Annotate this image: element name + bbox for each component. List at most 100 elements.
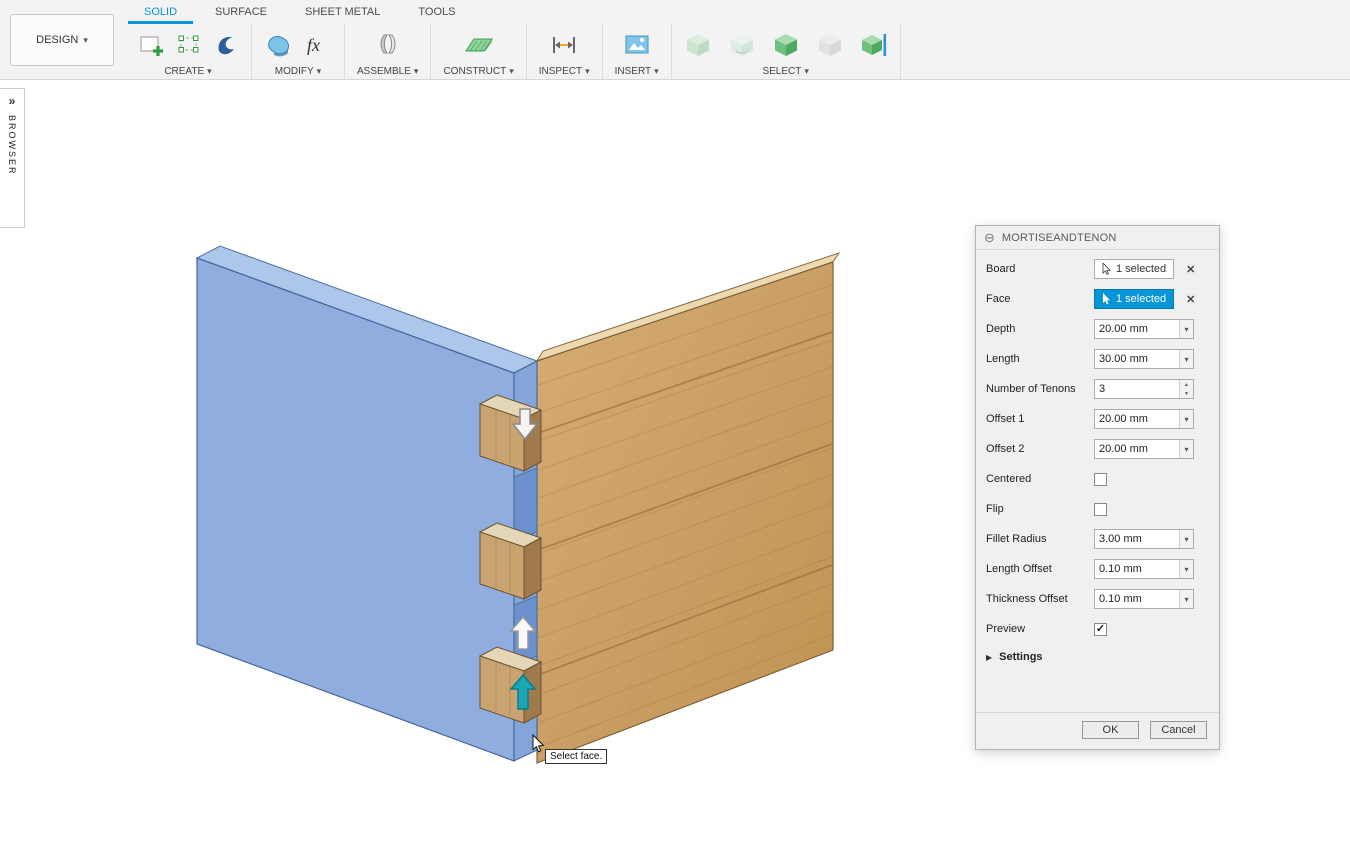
board-label: Board xyxy=(986,263,1094,275)
group-inspect-label[interactable]: INSPECT xyxy=(539,66,590,77)
thickness-offset-dropdown-button[interactable] xyxy=(1179,590,1193,608)
chevron-down-icon xyxy=(207,66,212,77)
clear-board-selection-button[interactable] xyxy=(1186,263,1195,276)
fillet-radius-input[interactable] xyxy=(1095,530,1179,548)
length-input[interactable] xyxy=(1095,350,1179,368)
number-of-tenons-label: Number of Tenons xyxy=(986,383,1094,395)
number-of-tenons-input[interactable] xyxy=(1095,380,1179,398)
depth-dropdown-button[interactable] xyxy=(1179,320,1193,338)
offset-2-dropdown-button[interactable] xyxy=(1179,440,1193,458)
offset-1-input-box xyxy=(1094,409,1194,429)
select-priority-icon xyxy=(860,31,888,59)
settings-label: Settings xyxy=(999,651,1042,663)
cancel-button[interactable]: Cancel xyxy=(1150,721,1207,739)
tab-tools[interactable]: TOOLS xyxy=(399,0,474,24)
board-selection-chip[interactable]: 1 selected xyxy=(1094,259,1174,279)
settings-expander[interactable]: Settings xyxy=(976,644,1219,670)
group-insert: INSERT xyxy=(603,24,672,80)
workspace-tabs: SOLID SURFACE SHEET METAL TOOLS xyxy=(125,0,474,24)
field-row-board: Board 1 selected xyxy=(976,254,1219,284)
top-toolbar: DESIGN SOLID SURFACE SHEET METAL TOOLS xyxy=(0,0,1350,80)
create-sketch-button[interactable] xyxy=(137,30,167,60)
dialog-header[interactable]: MORTISEANDTENON xyxy=(976,226,1219,250)
tenon-1[interactable] xyxy=(480,395,541,471)
field-row-number-of-tenons: Number of Tenons xyxy=(976,374,1219,404)
offset-1-input[interactable] xyxy=(1095,410,1179,428)
centered-checkbox[interactable] xyxy=(1094,473,1107,486)
pointer-icon xyxy=(1102,293,1111,305)
group-assemble: ASSEMBLE xyxy=(345,24,431,80)
group-assemble-label[interactable]: ASSEMBLE xyxy=(357,66,418,77)
preview-label: Preview xyxy=(986,623,1094,635)
wood-board[interactable] xyxy=(537,253,839,763)
field-row-depth: Depth xyxy=(976,314,1219,344)
ok-button[interactable]: OK xyxy=(1082,721,1139,739)
form-icon xyxy=(213,30,239,60)
field-row-length-offset: Length Offset xyxy=(976,554,1219,584)
face-selection-chip[interactable]: 1 selected xyxy=(1094,289,1174,309)
offset-1-dropdown-button[interactable] xyxy=(1179,410,1193,428)
group-construct-label[interactable]: CONSTRUCT xyxy=(443,66,513,77)
centered-label: Centered xyxy=(986,473,1094,485)
spinner-down-icon[interactable] xyxy=(1180,389,1193,398)
thickness-offset-input[interactable] xyxy=(1095,590,1179,608)
length-label: Length xyxy=(986,353,1094,365)
browser-panel-collapsed[interactable]: BROWSER xyxy=(0,88,25,228)
offset-2-input-box xyxy=(1094,439,1194,459)
change-parameters-button[interactable]: fx xyxy=(302,30,332,60)
change-parameters-icon: fx xyxy=(302,30,332,60)
clear-face-selection-button[interactable] xyxy=(1186,293,1195,306)
form-button[interactable] xyxy=(213,30,239,60)
collapse-dialog-icon[interactable] xyxy=(984,230,995,246)
group-insert-label[interactable]: INSERT xyxy=(615,66,659,77)
model-viewport[interactable]: BROWSER Select face. MORTISEANDTENON Boa… xyxy=(0,81,1350,859)
length-offset-input[interactable] xyxy=(1095,560,1179,578)
press-pull-button[interactable] xyxy=(264,30,294,60)
flip-checkbox[interactable] xyxy=(1094,503,1107,516)
tenon-2[interactable] xyxy=(480,523,541,599)
preview-checkbox[interactable] xyxy=(1094,623,1107,636)
select-window-button[interactable] xyxy=(684,31,712,59)
thickness-offset-label: Thickness Offset xyxy=(986,593,1094,605)
face-selection-count: 1 selected xyxy=(1116,293,1166,305)
thickness-offset-input-box xyxy=(1094,589,1194,609)
chevron-down-icon xyxy=(1184,323,1188,335)
field-row-offset-2: Offset 2 xyxy=(976,434,1219,464)
group-modify: fx MODIFY xyxy=(252,24,345,80)
group-create-label[interactable]: CREATE xyxy=(164,66,211,77)
bounding-box-icon xyxy=(175,30,205,60)
insert-canvas-button[interactable] xyxy=(622,30,652,60)
length-offset-dropdown-button[interactable] xyxy=(1179,560,1193,578)
svg-text:fx: fx xyxy=(307,35,320,55)
select-paint-button[interactable] xyxy=(772,31,800,59)
length-dropdown-button[interactable] xyxy=(1179,350,1193,368)
group-modify-label[interactable]: MODIFY xyxy=(275,66,321,77)
offset-2-input[interactable] xyxy=(1095,440,1179,458)
group-construct: CONSTRUCT xyxy=(431,24,526,80)
construction-plane-button[interactable] xyxy=(463,30,495,60)
fillet-radius-dropdown-button[interactable] xyxy=(1179,530,1193,548)
length-offset-input-box xyxy=(1094,559,1194,579)
select-box-button[interactable] xyxy=(816,31,844,59)
select-lasso-button[interactable] xyxy=(728,31,756,59)
offset-1-label: Offset 1 xyxy=(986,413,1094,425)
measure-button[interactable] xyxy=(549,30,579,60)
bounding-box-button[interactable] xyxy=(175,30,205,60)
joint-button[interactable] xyxy=(373,30,403,60)
group-create: CREATE xyxy=(125,24,252,80)
flip-label: Flip xyxy=(986,503,1094,515)
board-selection-count: 1 selected xyxy=(1116,263,1166,275)
number-of-tenons-spinner[interactable] xyxy=(1179,380,1193,398)
group-select-label[interactable]: SELECT xyxy=(762,66,808,77)
spinner-up-icon[interactable] xyxy=(1180,380,1193,389)
design-menu-button[interactable]: DESIGN xyxy=(10,14,114,66)
tab-surface[interactable]: SURFACE xyxy=(196,0,286,24)
tab-solid[interactable]: SOLID xyxy=(125,0,196,24)
field-row-offset-1: Offset 1 xyxy=(976,404,1219,434)
tab-sheet-metal[interactable]: SHEET METAL xyxy=(286,0,399,24)
ribbon-groups: CREATE fx MODIFY xyxy=(125,24,901,80)
select-priority-button[interactable] xyxy=(860,31,888,59)
select-window-icon xyxy=(684,31,712,59)
pointer-icon xyxy=(1102,263,1111,275)
depth-input[interactable] xyxy=(1095,320,1179,338)
